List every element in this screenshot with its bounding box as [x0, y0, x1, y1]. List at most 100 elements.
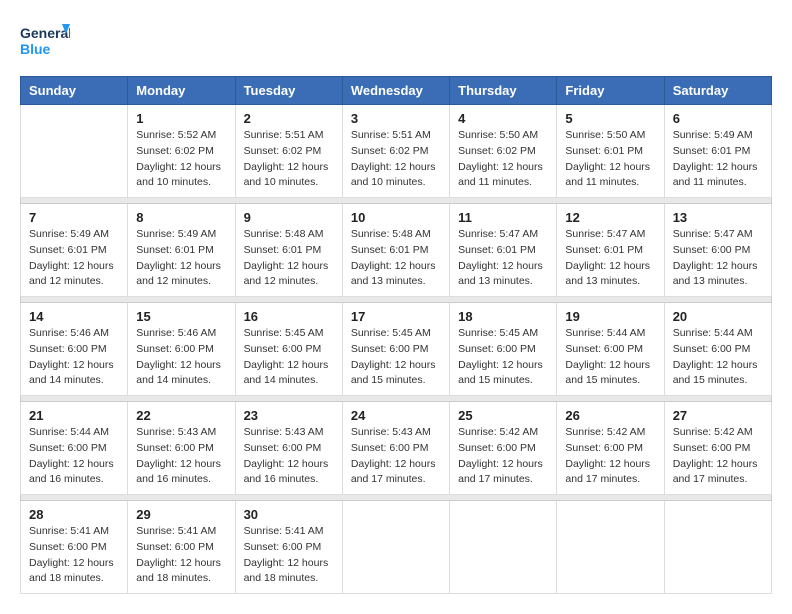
cell-w4-d5: 26Sunrise: 5:42 AMSunset: 6:00 PMDayligh… — [557, 402, 664, 495]
calendar-header-row: SundayMondayTuesdayWednesdayThursdayFrid… — [21, 77, 772, 105]
day-info: Sunrise: 5:51 AMSunset: 6:02 PMDaylight:… — [351, 128, 441, 191]
page-header: General Blue — [20, 20, 772, 66]
cell-w1-d6: 6Sunrise: 5:49 AMSunset: 6:01 PMDaylight… — [664, 105, 771, 198]
day-info: Sunrise: 5:45 AMSunset: 6:00 PMDaylight:… — [458, 326, 548, 389]
day-number: 2 — [244, 111, 334, 126]
cell-w2-d0: 7 Sunrise: 5:49 AMSunset: 6:01 PMDaylight… — [21, 204, 128, 297]
cell-w3-d0: 14 Sunrise: 5:46 AMSunset: 6:00 PMDayligh… — [21, 303, 128, 396]
col-header-saturday: Saturday — [664, 77, 771, 105]
day-info: Sunrise: 5:47 AMSunset: 6:01 PMDaylight:… — [565, 227, 655, 290]
day-info: Sunrise: 5:49 AMSunset: 6:01 PMDaylight:… — [136, 227, 226, 290]
day-number: 6 — [673, 111, 763, 126]
day-number: 24 — [351, 408, 441, 423]
cell-w2-d6: 13Sunrise: 5:47 AMSunset: 6:00 PMDayligh… — [664, 204, 771, 297]
cell-w3-d1: 15 Sunrise: 5:46 AMSunset: 6:00 PMDayligh… — [128, 303, 235, 396]
day-number: 16 — [244, 309, 334, 324]
svg-text:General: General — [20, 25, 70, 41]
cell-w1-d0 — [21, 105, 128, 198]
day-number: 8 — [136, 210, 226, 225]
cell-w4-d1: 22Sunrise: 5:43 AMSunset: 6:00 PMDayligh… — [128, 402, 235, 495]
day-info: Sunrise: 5:43 AMSunset: 6:00 PMDaylight:… — [244, 425, 334, 488]
day-info: Sunrise: 5:41 AMSunset: 6:00 PMDaylight:… — [29, 524, 119, 587]
day-number: 14 — [29, 309, 119, 324]
col-header-sunday: Sunday — [21, 77, 128, 105]
cell-w3-d4: 18 Sunrise: 5:45 AMSunset: 6:00 PMDayligh… — [450, 303, 557, 396]
day-info: Sunrise: 5:46 AMSunset: 6:00 PMDaylight:… — [136, 326, 226, 389]
day-info: Sunrise: 5:43 AMSunset: 6:00 PMDaylight:… — [136, 425, 226, 488]
day-number: 11 — [458, 210, 548, 225]
day-number: 23 — [244, 408, 334, 423]
logo: General Blue — [20, 20, 70, 66]
col-header-monday: Monday — [128, 77, 235, 105]
cell-w4-d4: 25 Sunrise: 5:42 AMSunset: 6:00 PMDayligh… — [450, 402, 557, 495]
day-info: Sunrise: 5:47 AMSunset: 6:01 PMDaylight:… — [458, 227, 548, 290]
day-info: Sunrise: 5:49 AMSunset: 6:01 PMDaylight:… — [29, 227, 119, 290]
day-info: Sunrise: 5:41 AMSunset: 6:00 PMDaylight:… — [244, 524, 334, 587]
day-info: Sunrise: 5:52 AMSunset: 6:02 PMDaylight:… — [136, 128, 226, 191]
cell-w1-d3: 3 Sunrise: 5:51 AMSunset: 6:02 PMDaylight… — [342, 105, 449, 198]
day-number: 4 — [458, 111, 548, 126]
cell-w5-d4 — [450, 501, 557, 594]
day-number: 30 — [244, 507, 334, 522]
day-info: Sunrise: 5:44 AMSunset: 6:00 PMDaylight:… — [29, 425, 119, 488]
day-info: Sunrise: 5:45 AMSunset: 6:00 PMDaylight:… — [244, 326, 334, 389]
day-info: Sunrise: 5:42 AMSunset: 6:00 PMDaylight:… — [673, 425, 763, 488]
day-number: 28 — [29, 507, 119, 522]
day-info: Sunrise: 5:50 AMSunset: 6:01 PMDaylight:… — [565, 128, 655, 191]
day-number: 3 — [351, 111, 441, 126]
day-number: 29 — [136, 507, 226, 522]
day-info: Sunrise: 5:50 AMSunset: 6:02 PMDaylight:… — [458, 128, 548, 191]
cell-w5-d1: 29Sunrise: 5:41 AMSunset: 6:00 PMDayligh… — [128, 501, 235, 594]
day-number: 7 — [29, 210, 119, 225]
day-info: Sunrise: 5:46 AMSunset: 6:00 PMDaylight:… — [29, 326, 119, 389]
day-info: Sunrise: 5:51 AMSunset: 6:02 PMDaylight:… — [244, 128, 334, 191]
cell-w2-d3: 10 Sunrise: 5:48 AMSunset: 6:01 PMDayligh… — [342, 204, 449, 297]
day-info: Sunrise: 5:48 AMSunset: 6:01 PMDaylight:… — [244, 227, 334, 290]
cell-w3-d6: 20Sunrise: 5:44 AMSunset: 6:00 PMDayligh… — [664, 303, 771, 396]
cell-w1-d2: 2 Sunrise: 5:51 AMSunset: 6:02 PMDaylight… — [235, 105, 342, 198]
day-number: 18 — [458, 309, 548, 324]
day-number: 1 — [136, 111, 226, 126]
cell-w3-d2: 16 Sunrise: 5:45 AMSunset: 6:00 PMDayligh… — [235, 303, 342, 396]
cell-w1-d1: 1 Sunrise: 5:52 AMSunset: 6:02 PMDaylight… — [128, 105, 235, 198]
cell-w5-d5 — [557, 501, 664, 594]
cell-w5-d0: 28 Sunrise: 5:41 AMSunset: 6:00 PMDayligh… — [21, 501, 128, 594]
day-info: Sunrise: 5:44 AMSunset: 6:00 PMDaylight:… — [565, 326, 655, 389]
cell-w5-d6 — [664, 501, 771, 594]
cell-w5-d3 — [342, 501, 449, 594]
cell-w2-d2: 9 Sunrise: 5:48 AMSunset: 6:01 PMDaylight… — [235, 204, 342, 297]
col-header-thursday: Thursday — [450, 77, 557, 105]
day-number: 9 — [244, 210, 334, 225]
day-number: 5 — [565, 111, 655, 126]
day-number: 25 — [458, 408, 548, 423]
week-row-3: 14 Sunrise: 5:46 AMSunset: 6:00 PMDayligh… — [21, 303, 772, 396]
col-header-friday: Friday — [557, 77, 664, 105]
cell-w3-d3: 17 Sunrise: 5:45 AMSunset: 6:00 PMDayligh… — [342, 303, 449, 396]
col-header-wednesday: Wednesday — [342, 77, 449, 105]
cell-w4-d2: 23 Sunrise: 5:43 AMSunset: 6:00 PMDayligh… — [235, 402, 342, 495]
day-number: 12 — [565, 210, 655, 225]
day-info: Sunrise: 5:42 AMSunset: 6:00 PMDaylight:… — [458, 425, 548, 488]
day-number: 27 — [673, 408, 763, 423]
day-info: Sunrise: 5:45 AMSunset: 6:00 PMDaylight:… — [351, 326, 441, 389]
day-info: Sunrise: 5:43 AMSunset: 6:00 PMDaylight:… — [351, 425, 441, 488]
day-number: 21 — [29, 408, 119, 423]
cell-w1-d5: 5 Sunrise: 5:50 AMSunset: 6:01 PMDaylight… — [557, 105, 664, 198]
day-number: 19 — [565, 309, 655, 324]
cell-w4-d3: 24 Sunrise: 5:43 AMSunset: 6:00 PMDayligh… — [342, 402, 449, 495]
day-info: Sunrise: 5:48 AMSunset: 6:01 PMDaylight:… — [351, 227, 441, 290]
day-number: 15 — [136, 309, 226, 324]
cell-w4-d0: 21 Sunrise: 5:44 AMSunset: 6:00 PMDayligh… — [21, 402, 128, 495]
week-row-2: 7 Sunrise: 5:49 AMSunset: 6:01 PMDaylight… — [21, 204, 772, 297]
cell-w5-d2: 30 Sunrise: 5:41 AMSunset: 6:00 PMDayligh… — [235, 501, 342, 594]
day-number: 10 — [351, 210, 441, 225]
day-info: Sunrise: 5:47 AMSunset: 6:00 PMDaylight:… — [673, 227, 763, 290]
cell-w2-d4: 11 Sunrise: 5:47 AMSunset: 6:01 PMDayligh… — [450, 204, 557, 297]
day-number: 17 — [351, 309, 441, 324]
cell-w4-d6: 27 Sunrise: 5:42 AMSunset: 6:00 PMDayligh… — [664, 402, 771, 495]
cell-w3-d5: 19 Sunrise: 5:44 AMSunset: 6:00 PMDayligh… — [557, 303, 664, 396]
week-row-4: 21 Sunrise: 5:44 AMSunset: 6:00 PMDayligh… — [21, 402, 772, 495]
day-number: 20 — [673, 309, 763, 324]
day-number: 26 — [565, 408, 655, 423]
logo-svg: General Blue — [20, 20, 70, 66]
